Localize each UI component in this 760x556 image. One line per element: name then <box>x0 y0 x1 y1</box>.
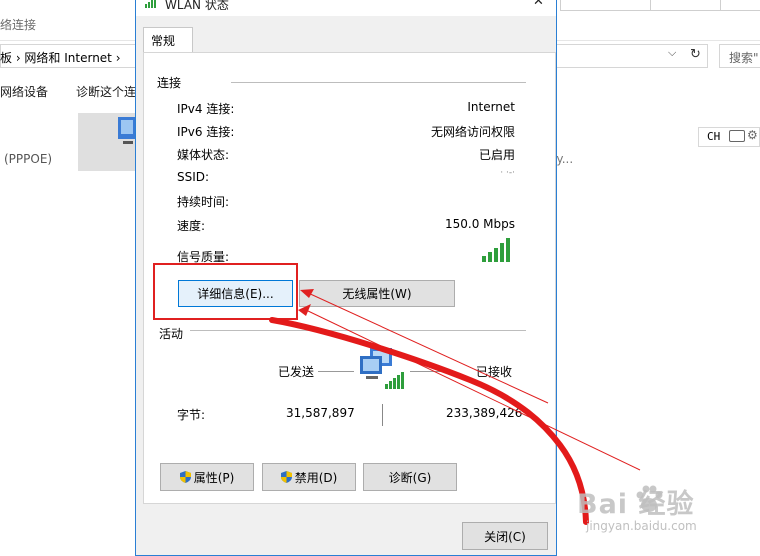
received-line <box>410 371 444 372</box>
network-activity-icon <box>360 348 404 389</box>
signal-strength-icon <box>482 238 510 262</box>
disable-button-label: 禁用(D) <box>294 470 338 485</box>
activity-separator <box>190 330 526 331</box>
tab-general-label: 常规 <box>151 34 176 48</box>
highlight-box <box>153 263 298 320</box>
speed-label: 速度: <box>177 219 206 233</box>
address-dropdown-icon[interactable]: ⌵ <box>668 46 676 60</box>
activity-section-title: 活动 <box>159 327 184 341</box>
diagnose-button[interactable]: 诊断(G) <box>363 463 457 491</box>
refresh-icon[interactable]: ↻ <box>690 47 701 62</box>
background-close-button[interactable] <box>720 0 760 11</box>
disable-button[interactable]: 禁用(D) <box>262 463 356 491</box>
command-diagnose-connection[interactable]: 诊断这个连 <box>76 83 136 100</box>
ipv4-value: Internet <box>467 100 515 114</box>
properties-button-label: 属性(P) <box>193 470 235 485</box>
network-adapter-icon <box>118 117 136 144</box>
ssid-label: SSID: <box>177 170 210 184</box>
received-label: 已接收 <box>476 365 513 379</box>
background-minimize-button[interactable] <box>560 0 652 11</box>
bytes-sent-value: 31,587,897 <box>286 406 355 420</box>
address-breadcrumb[interactable]: 板 › 网络和 Internet › <box>0 49 121 66</box>
ime-language-label[interactable]: CH <box>707 130 720 143</box>
ipv6-value: 无网络访问权限 <box>430 125 515 139</box>
bytes-label: 字节: <box>177 408 206 422</box>
background-window-title: 络连接 <box>0 18 37 32</box>
ime-settings-icon[interactable]: ⚙ <box>747 128 758 142</box>
paw-logo-icon <box>636 485 663 512</box>
close-button[interactable]: 关闭(C) <box>462 522 548 550</box>
command-network-device[interactable]: 网络设备 <box>0 83 48 100</box>
media-state-label: 媒体状态: <box>177 148 230 162</box>
shield-icon <box>280 471 292 483</box>
shield-icon <box>179 471 191 483</box>
background-maximize-button[interactable] <box>650 0 722 11</box>
search-placeholder: 搜索" <box>729 51 759 65</box>
connection-item-label: (PPPOE) <box>4 152 53 166</box>
dialog-close-icon[interactable]: ✕ <box>533 0 544 9</box>
ssid-value: · ·-· <box>500 168 515 178</box>
wireless-properties-button[interactable]: 无线属性(W) <box>299 280 455 307</box>
wlan-title-icon <box>145 0 156 8</box>
bytes-divider <box>382 404 383 426</box>
keyboard-icon[interactable] <box>729 130 745 142</box>
connection-item-thumbnail[interactable] <box>78 113 138 171</box>
watermark-url: jingyan.baidu.com <box>586 519 697 533</box>
ipv6-label: IPv6 连接: <box>177 125 235 139</box>
bytes-received-value: 233,389,426 <box>446 406 523 420</box>
duration-label: 持续时间: <box>177 195 230 209</box>
dialog-title: WLAN 状态 <box>165 0 229 12</box>
sent-line <box>318 371 354 372</box>
connection-section-title: 连接 <box>157 76 182 90</box>
speed-value: 150.0 Mbps <box>444 217 515 231</box>
ipv4-label: IPv4 连接: <box>177 102 235 116</box>
properties-button[interactable]: 属性(P) <box>160 463 254 491</box>
sent-label: 已发送 <box>278 365 315 379</box>
media-state-value: 已启用 <box>478 148 515 162</box>
connection-separator <box>231 82 526 83</box>
